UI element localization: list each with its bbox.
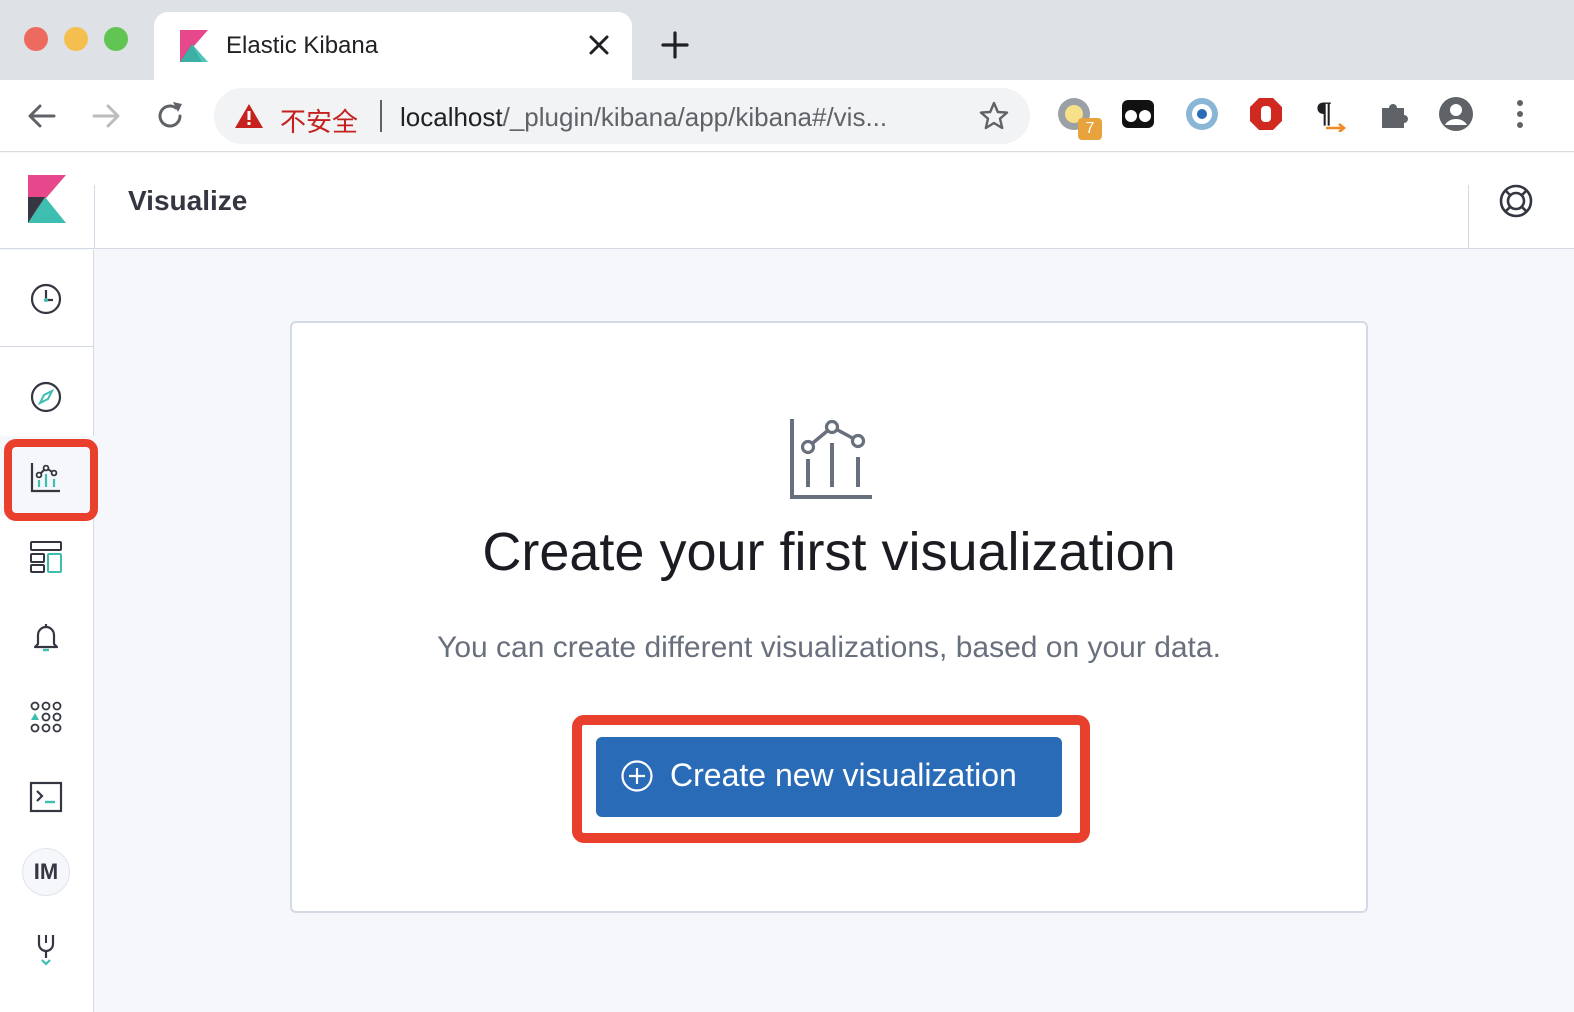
kibana-favicon-icon [180, 30, 208, 62]
nav-item-alerting[interactable] [0, 596, 94, 676]
new-tab-icon[interactable] [660, 30, 690, 60]
kibana-logo-icon[interactable] [28, 175, 66, 223]
maximize-window-button[interactable] [104, 27, 128, 51]
wrench-icon [37, 935, 55, 966]
header-divider [94, 185, 95, 249]
visualize-empty-icon [790, 419, 872, 499]
profile-avatar-icon[interactable] [1438, 96, 1474, 132]
empty-state-title: Create your first visualization [482, 522, 1176, 582]
puzzle-extensions-icon[interactable] [1376, 96, 1412, 132]
url-host: localhost [400, 102, 503, 132]
dots-grid-icon [30, 701, 62, 733]
nav-item-discover[interactable] [0, 356, 94, 436]
adblock-hand-icon[interactable] [1248, 96, 1284, 132]
page-title: Visualize [128, 185, 248, 216]
create-button-label: Create new visualization [670, 757, 1017, 793]
url-text[interactable]: localhost/_plugin/kibana/app/kibana#/vis… [400, 102, 887, 133]
nav-item-query-workbench[interactable] [0, 756, 94, 836]
index-management-avatar: IM [22, 848, 70, 896]
tab-title: Elastic Kibana [226, 32, 379, 59]
url-path: /_plugin/kibana/app/kibana#/vis... [502, 102, 888, 132]
empty-state-panel: Create your first visualization You can … [290, 321, 1368, 913]
nav-item-recently-viewed[interactable] [0, 258, 94, 338]
kibana-app: Visualize IM Create your first visualiza… [0, 153, 1574, 1012]
pilcrow-extension-icon[interactable]: ¶ [1312, 96, 1348, 132]
clock-icon [30, 283, 62, 315]
incognito-extension-icon[interactable] [1120, 96, 1156, 132]
close-window-button[interactable] [24, 27, 48, 51]
visualize-highlight [4, 439, 98, 521]
console-icon [29, 781, 63, 813]
omnibox-divider [380, 100, 382, 132]
eye-extension-icon[interactable] [1184, 96, 1220, 132]
side-navigation: IM [0, 250, 98, 1012]
bookmark-star-icon[interactable] [978, 100, 1010, 132]
browser-toolbar: 不安全 localhost/_plugin/kibana/app/kibana#… [0, 80, 1574, 152]
nav-divider [0, 346, 94, 347]
header-divider-right [1468, 185, 1469, 249]
reload-icon[interactable] [154, 100, 186, 132]
minimize-window-button[interactable] [64, 27, 88, 51]
close-tab-icon[interactable] [586, 32, 612, 58]
address-bar[interactable]: 不安全 localhost/_plugin/kibana/app/kibana#… [214, 88, 1030, 144]
more-menu-icon[interactable] [1502, 96, 1538, 132]
nav-item-index-management[interactable]: IM [0, 828, 94, 908]
security-status[interactable]: 不安全 [280, 102, 358, 139]
dashboard-icon [30, 541, 62, 573]
extension-badge: 7 [1078, 118, 1102, 140]
empty-state-description: You can create different visualizations,… [437, 631, 1221, 664]
back-arrow-icon[interactable] [26, 100, 58, 132]
nav-item-dev-tools[interactable] [0, 908, 94, 988]
forward-arrow-icon[interactable] [90, 100, 122, 132]
help-lifebuoy-icon[interactable] [1498, 183, 1534, 219]
browser-tab-strip: Elastic Kibana [0, 0, 1574, 80]
warning-icon[interactable] [234, 102, 264, 130]
browser-tab[interactable]: Elastic Kibana [154, 12, 632, 80]
create-new-visualization-button[interactable]: Create new visualization [596, 737, 1062, 817]
nav-item-anomaly-detection[interactable] [0, 676, 94, 756]
compass-icon [30, 381, 62, 413]
svg-text:¶: ¶ [1316, 96, 1332, 129]
plus-circle-icon [621, 760, 653, 792]
nav-item-dashboard[interactable] [0, 516, 94, 596]
bell-icon [33, 624, 59, 652]
kibana-header: Visualize [0, 153, 1574, 249]
